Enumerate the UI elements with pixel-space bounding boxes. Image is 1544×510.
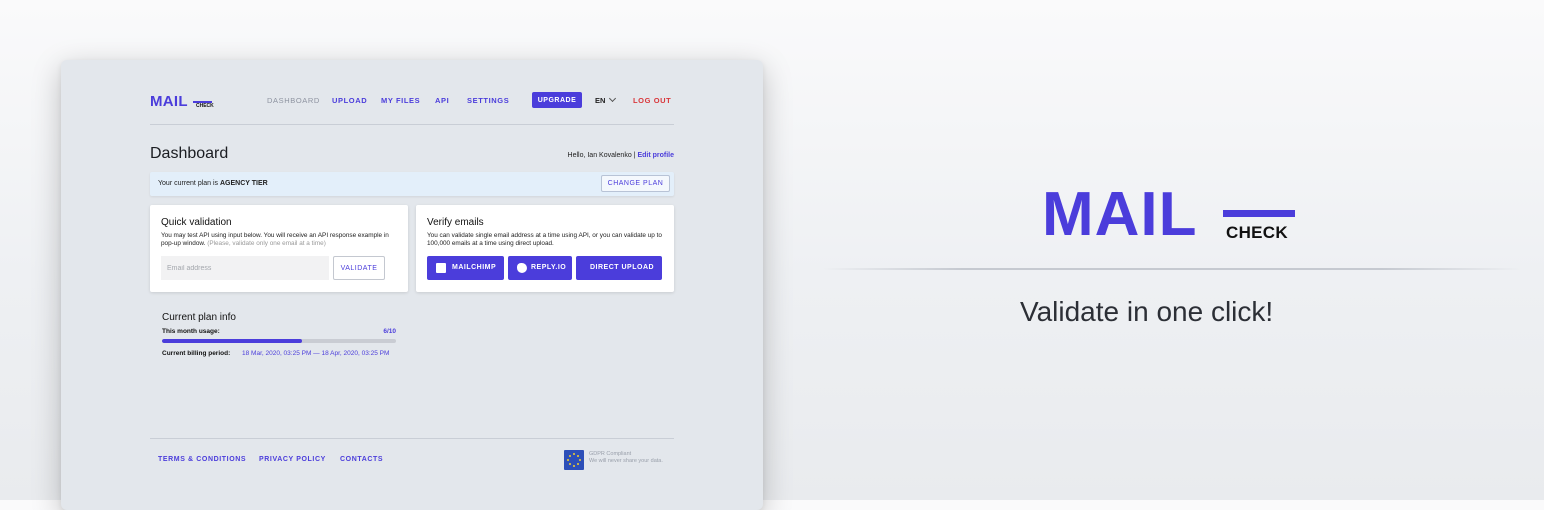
plan-info-title: Current plan info xyxy=(162,312,236,323)
top-nav: MAIL CHECK DASHBOARD UPLOAD MY FILES API… xyxy=(150,92,674,124)
logo-sub: CHECK xyxy=(196,103,214,109)
nav-api[interactable]: API xyxy=(435,96,449,105)
page-title: Dashboard xyxy=(150,145,229,162)
app-screenshot: MAIL CHECK DASHBOARD UPLOAD MY FILES API… xyxy=(61,60,763,510)
mailchimp-button[interactable]: MAILCHIMP xyxy=(427,256,504,280)
brand-divider xyxy=(822,268,1522,270)
logo-word: MAIL xyxy=(150,93,188,110)
plan-banner-text: Your current plan is AGENCY TIER xyxy=(158,180,268,187)
quick-validation-title: Quick validation xyxy=(161,217,232,228)
verify-emails-title: Verify emails xyxy=(427,217,484,228)
terms-link[interactable]: TERMS & CONDITIONS xyxy=(158,456,246,463)
contacts-link[interactable]: CONTACTS xyxy=(340,456,383,463)
direct-upload-button[interactable]: DIRECT UPLOAD xyxy=(576,256,662,280)
edit-profile-link[interactable]: Edit profile xyxy=(637,152,674,159)
greeting: Hello, Ian Kovalenko | Edit profile xyxy=(568,152,674,159)
app-logo[interactable]: MAIL CHECK xyxy=(150,93,214,110)
nav-divider xyxy=(150,124,674,125)
gdpr-text: GDPR Compliant We will never share your d… xyxy=(589,451,663,465)
brand-logo: MAIL CHECK xyxy=(1042,184,1302,250)
nav-upload[interactable]: UPLOAD xyxy=(332,96,367,105)
replyio-label: REPLY.IO xyxy=(531,264,567,271)
mailchimp-label: MAILCHIMP xyxy=(452,264,497,271)
privacy-link[interactable]: PRIVACY POLICY xyxy=(259,456,326,463)
verify-emails-description: You can validate single email address at… xyxy=(427,232,662,247)
chevron-down-icon xyxy=(609,94,617,103)
usage-progress-fill xyxy=(162,339,303,343)
mailchimp-icon xyxy=(436,263,446,273)
plan-name: AGENCY TIER xyxy=(220,180,268,187)
validate-button[interactable]: VALIDATE xyxy=(333,256,385,280)
brand-logo-sub: CHECK xyxy=(1226,223,1288,242)
verify-emails-card: Verify emails You can validate single em… xyxy=(416,205,674,292)
quick-validation-description: You may test API using input below. You … xyxy=(161,232,397,248)
quick-validation-card: Quick validation You may test API using … xyxy=(150,205,408,292)
usage-label: This month usage: xyxy=(162,328,220,335)
usage-count: 6/10 xyxy=(383,328,396,335)
upgrade-button[interactable]: UPGRADE xyxy=(532,92,582,108)
email-input[interactable] xyxy=(161,256,329,280)
replyio-icon xyxy=(517,263,527,273)
billing-label: Current billing period: xyxy=(162,350,231,357)
language-select[interactable]: EN xyxy=(595,94,617,105)
tagline: Validate in one click! xyxy=(1020,296,1274,327)
brand-logo-word: MAIL xyxy=(1042,180,1198,249)
brand-logo-bar xyxy=(1223,210,1295,217)
quick-validation-note: (Please, validate only one email at a ti… xyxy=(207,240,326,247)
logout-link[interactable]: LOG OUT xyxy=(633,96,671,105)
usage-progress-bar xyxy=(162,339,396,343)
greeting-text: Hello, Ian Kovalenko | xyxy=(567,152,638,159)
billing-value: 18 Mar, 2020, 03:25 PM — 18 Apr, 2020, 0… xyxy=(242,350,390,357)
plan-prefix: Your current plan is xyxy=(158,180,220,187)
plan-banner: Your current plan is AGENCY TIER CHANGE … xyxy=(150,172,674,196)
footer-divider xyxy=(150,438,674,439)
language-value: EN xyxy=(595,96,606,105)
gdpr-line-1: GDPR Compliant xyxy=(589,451,632,457)
nav-dashboard[interactable]: DASHBOARD xyxy=(267,96,320,105)
nav-my-files[interactable]: MY FILES xyxy=(381,96,420,105)
nav-settings[interactable]: SETTINGS xyxy=(467,96,509,105)
replyio-button[interactable]: REPLY.IO xyxy=(508,256,572,280)
gdpr-eu-icon xyxy=(564,450,584,470)
gdpr-line-2: We will never share your data. xyxy=(589,458,663,464)
change-plan-button[interactable]: CHANGE PLAN xyxy=(601,175,670,192)
direct-upload-label: DIRECT UPLOAD xyxy=(590,264,655,271)
